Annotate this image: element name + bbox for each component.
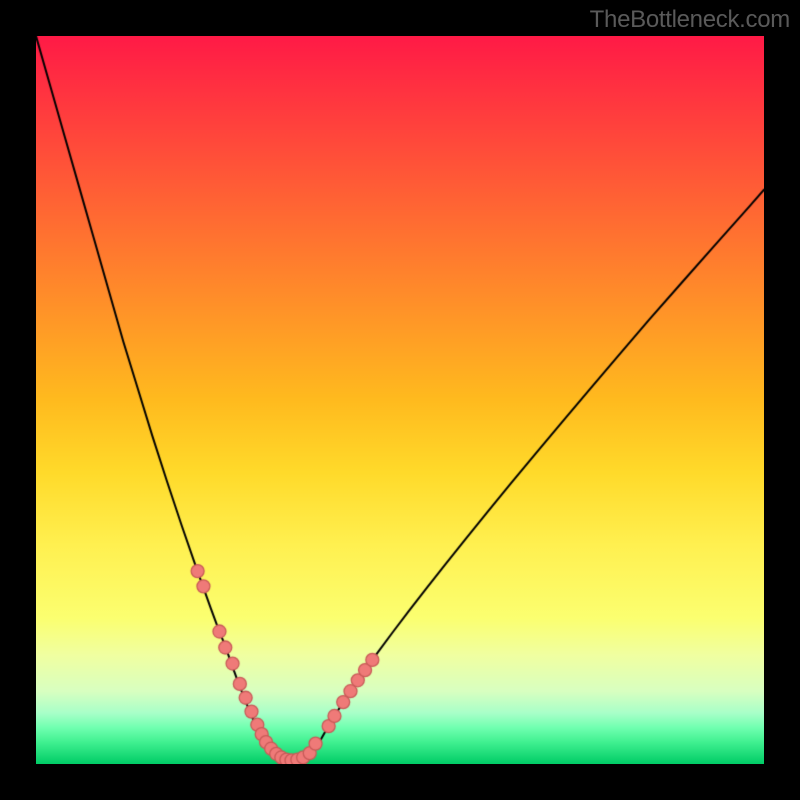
chart-canvas: [36, 36, 764, 764]
chart-frame: TheBottleneck.com: [0, 0, 800, 800]
watermark-text: TheBottleneck.com: [590, 6, 790, 34]
